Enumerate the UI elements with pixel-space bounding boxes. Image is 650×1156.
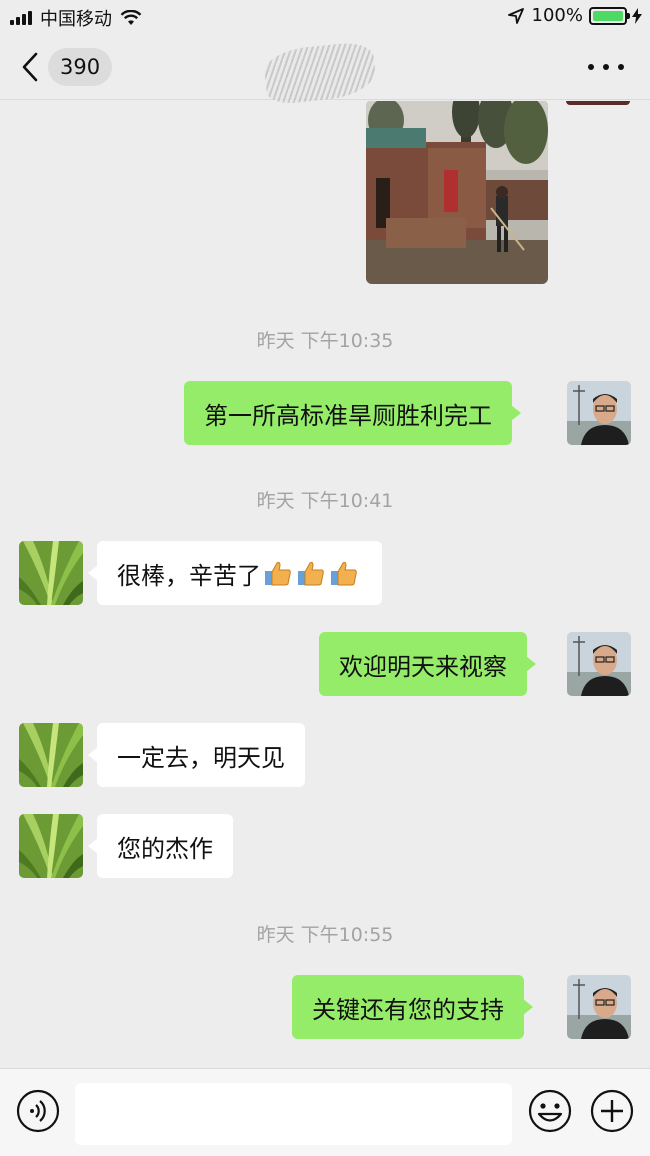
message-bubble-sent[interactable]: 第一所高标准旱厕胜利完工 (184, 381, 521, 445)
emoji-button[interactable] (528, 1089, 572, 1133)
photo-message[interactable] (366, 101, 548, 284)
message-bubble-sent[interactable]: 欢迎明天来视察 (319, 632, 536, 696)
aloe-plant-avatar-image (19, 814, 83, 878)
back-button[interactable]: 390 (20, 48, 113, 86)
avatar[interactable] (566, 101, 630, 105)
plus-button[interactable] (590, 1089, 634, 1133)
chat-nav-bar: 390 (0, 34, 650, 106)
avatar[interactable] (19, 723, 83, 787)
chevron-left-icon (22, 52, 38, 82)
voice-icon (16, 1089, 60, 1133)
carrier-label: 中国移动 (40, 9, 112, 30)
user-avatar-image (567, 632, 631, 696)
battery-percent: 100% (531, 5, 583, 26)
plus-icon (590, 1089, 634, 1133)
aloe-plant-avatar-image (19, 541, 83, 605)
timestamp: 昨天 下午10:35 (256, 330, 394, 352)
thumbs-up-icon (263, 558, 362, 588)
wifi-icon (120, 10, 142, 25)
aloe-plant-avatar-image (19, 723, 83, 787)
message-list[interactable]: 昨天 下午10:35 第一所高标准旱厕胜利完工 昨天 下午10:41 很棒，辛苦 (0, 101, 650, 1068)
avatar[interactable] (567, 975, 631, 1039)
emoji-icon (528, 1089, 572, 1133)
message-input[interactable] (75, 1083, 512, 1145)
timestamp: 昨天 下午10:55 (256, 924, 394, 946)
redacted-title (262, 40, 378, 106)
avatar[interactable] (19, 814, 83, 878)
input-bar (0, 1068, 650, 1156)
message-bubble-received[interactable]: 您的杰作 (88, 814, 233, 878)
user-avatar-image (567, 975, 631, 1039)
message-bubble-received[interactable]: 一定去，明天见 (88, 723, 305, 787)
more-dots-icon[interactable] (588, 60, 624, 74)
voice-button[interactable] (16, 1089, 60, 1133)
avatar[interactable] (567, 632, 631, 696)
battery-icon (589, 6, 630, 25)
location-icon (507, 7, 524, 24)
status-bar: 中国移动 100% (0, 0, 650, 34)
unread-count-badge: 390 (48, 48, 113, 86)
timestamp: 昨天 下午10:41 (256, 490, 394, 512)
message-text: 很棒，辛苦了 (117, 561, 261, 590)
message-bubble-sent[interactable]: 关键还有您的支持 (292, 975, 533, 1039)
message-bubble-received[interactable]: 很棒，辛苦了 (88, 541, 382, 605)
user-avatar-image (567, 381, 631, 445)
photo-image (366, 101, 548, 284)
signal-icon (10, 11, 34, 25)
avatar[interactable] (19, 541, 83, 605)
charging-icon (632, 7, 642, 24)
avatar[interactable] (567, 381, 631, 445)
